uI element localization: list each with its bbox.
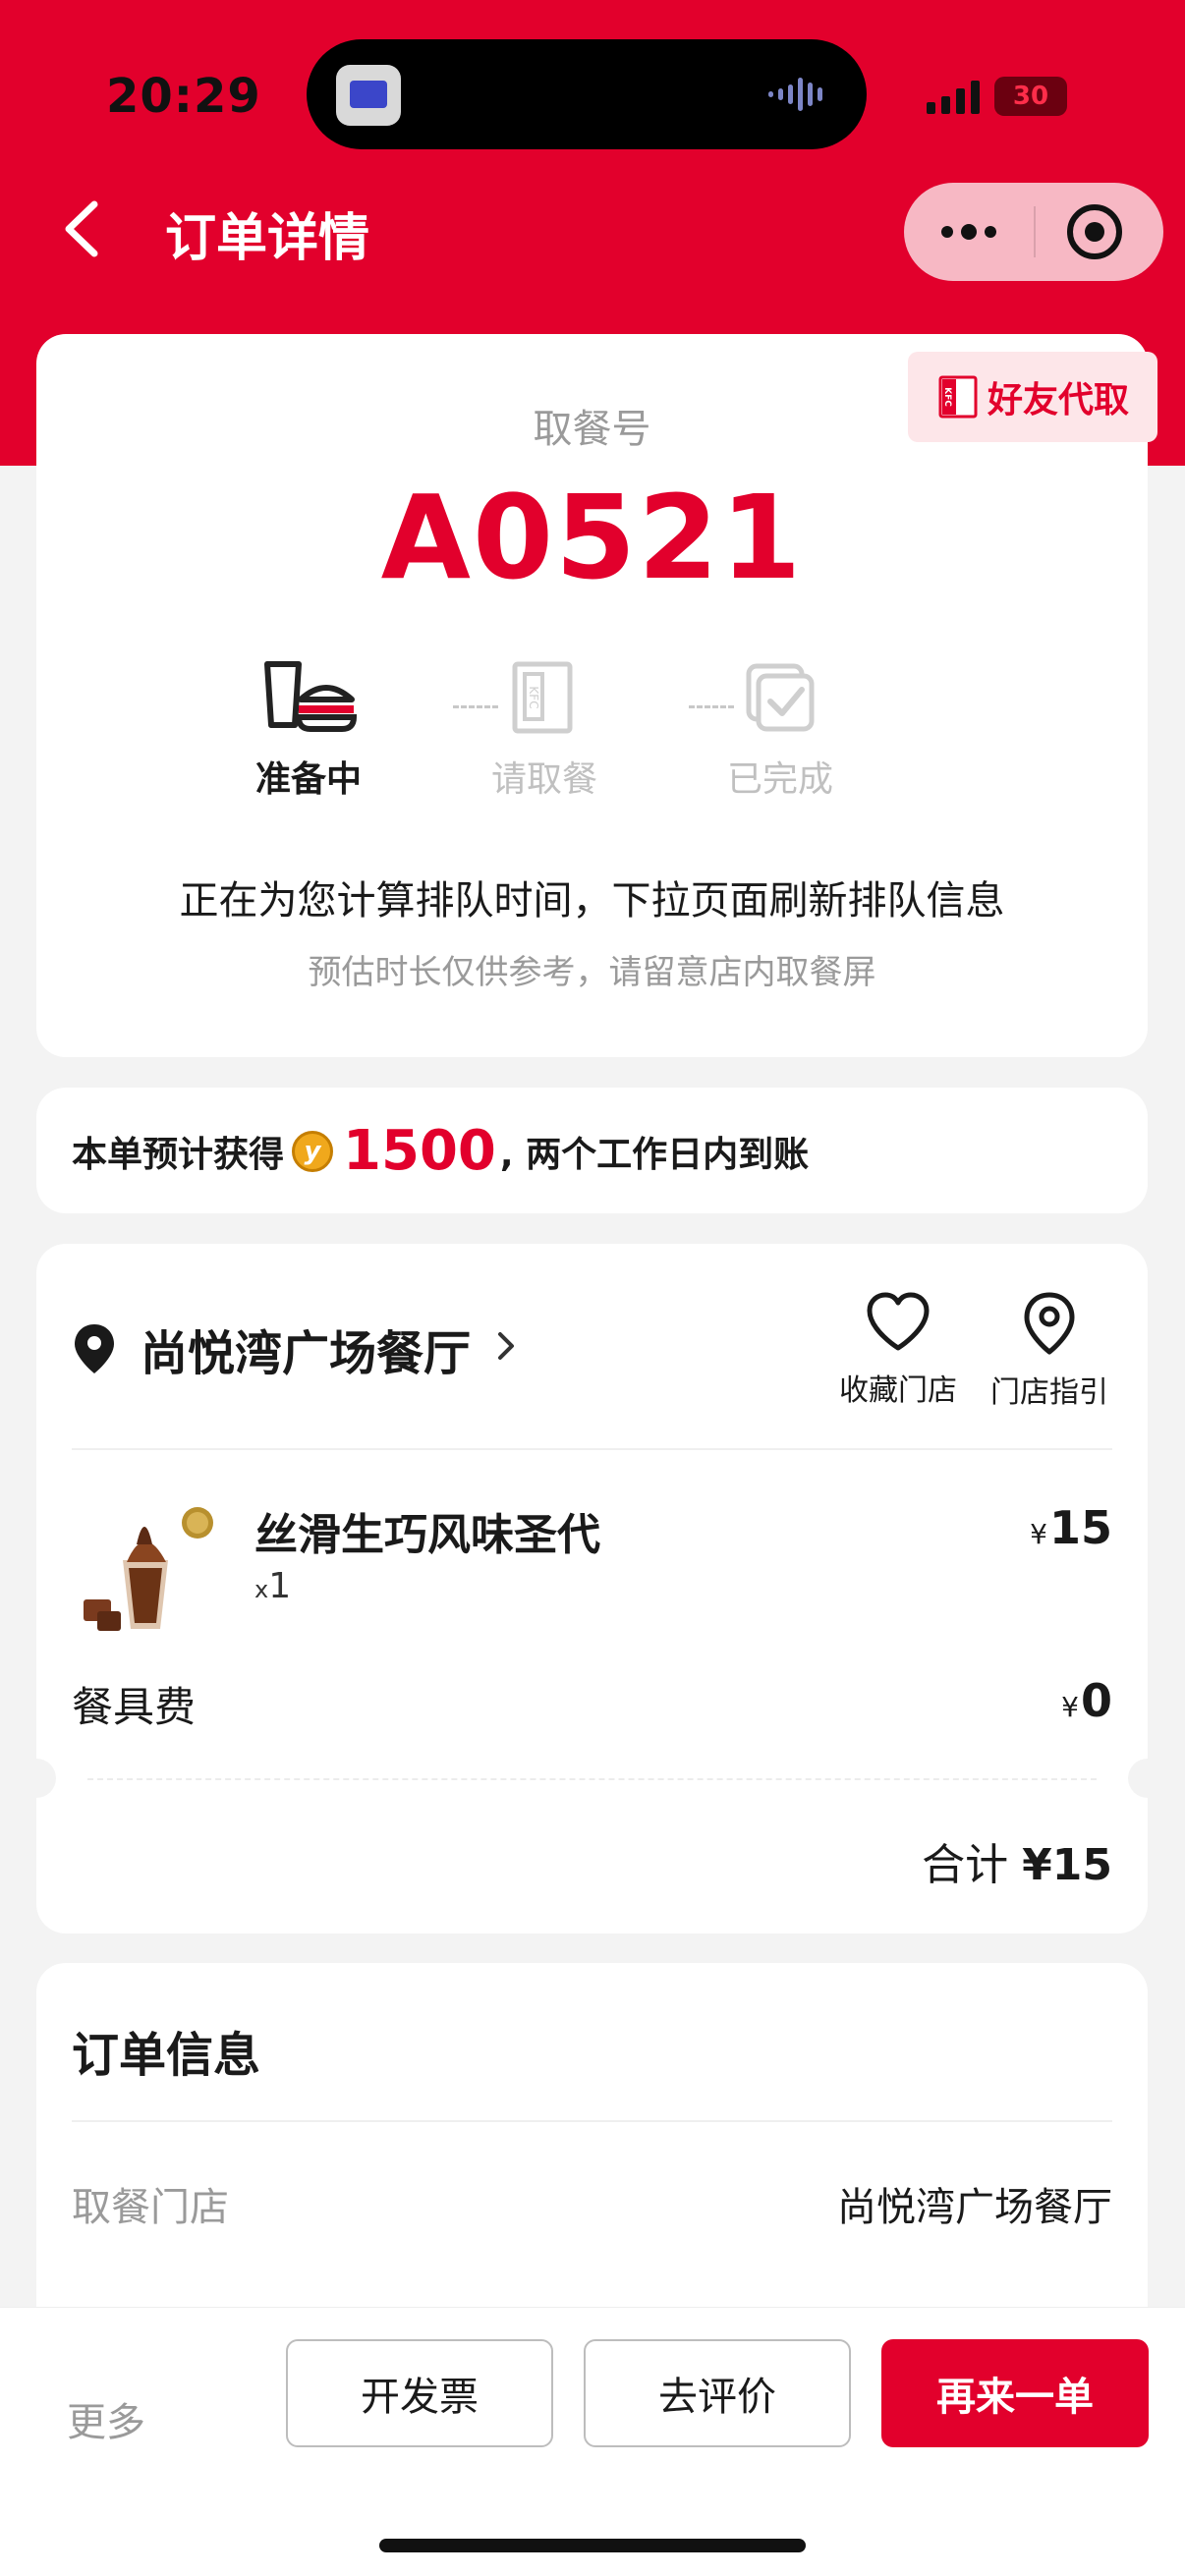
product-name: 丝滑生巧风味圣代 [254, 1510, 600, 1560]
page-title: 订单详情 [165, 209, 370, 268]
utensil-fee-price: ¥0 [1061, 1674, 1112, 1727]
pickup-store-value: 尚悦湾广场餐厅 [837, 2185, 1112, 2230]
back-arrow-icon[interactable] [59, 196, 108, 261]
pickup-card: 取餐号 A0521 准备中 KFC 请取餐 已完成 正在为您计算排队时间，下拉页… [36, 334, 1148, 1057]
friend-pickup-button[interactable]: KFC 好友代取 [908, 352, 1157, 442]
heart-icon [867, 1292, 930, 1351]
queue-status-text: 正在为您计算排队时间，下拉页面刷新排队信息 [179, 878, 1005, 924]
ticket-notch-right [1128, 1759, 1167, 1798]
chevron-right-icon[interactable] [494, 1328, 518, 1364]
step-label-preparing: 准备中 [254, 759, 362, 800]
ticket-notch-left [17, 1759, 56, 1798]
step-label-ready: 请取餐 [490, 759, 597, 800]
pickup-number: A0521 [380, 470, 804, 605]
store-guide-button[interactable]: 门店指引 [986, 1291, 1113, 1411]
store-guide-label: 门店指引 [990, 1375, 1108, 1410]
audio-wave-icon [768, 75, 837, 114]
completed-check-icon [746, 663, 815, 732]
kfc-bag-icon: KFC [938, 375, 978, 419]
divider [72, 1448, 1112, 1450]
step-completed: 已完成 [697, 658, 864, 802]
order-total: 合计 ¥15 [922, 1840, 1112, 1890]
store-name-link[interactable]: 尚悦湾广场餐厅 [141, 1315, 471, 1383]
friend-pickup-label: 好友代取 [987, 380, 1129, 420]
svg-text:KFC: KFC [942, 387, 952, 407]
more-link[interactable]: 更多 [67, 2390, 145, 2447]
queue-hint-text: 预估时长仅供参考，请留意店内取餐屏 [308, 953, 876, 992]
product-quantity: x1 [254, 1566, 292, 1606]
status-time: 20:29 [106, 69, 261, 124]
step-label-completed: 已完成 [726, 759, 833, 800]
mini-program-capsule [904, 183, 1163, 281]
favorite-store-label: 收藏门店 [839, 1373, 957, 1408]
kfc-bag-icon: KFC [512, 661, 573, 734]
points-row: 本单预计获得 y 1500 , 两个工作日内到账 [72, 1119, 809, 1183]
points-suffix: , 两个工作日内到账 [499, 1134, 810, 1175]
invoice-button[interactable]: 开发票 [286, 2339, 553, 2447]
location-pin-icon [75, 1324, 114, 1373]
points-value: 1500 [343, 1119, 496, 1183]
dashed-divider [87, 1778, 1097, 1780]
dynamic-island [307, 39, 867, 149]
battery-icon: 30 [994, 77, 1067, 116]
order-card: 尚悦湾广场餐厅 收藏门店 门店指引 丝滑生巧风味圣代 x1 ¥15 餐具费 ¥0… [17, 1244, 1167, 1933]
svg-text:KFC: KFC [527, 686, 540, 708]
points-coin-icon: y [292, 1130, 334, 1172]
sundae-product-image [84, 1507, 213, 1631]
bottom-action-bar: 更多 开发票 去评价 再来一单 [0, 2307, 1185, 2576]
cellular-signal-icon [927, 81, 980, 114]
order-info-title: 订单信息 [72, 2028, 261, 2083]
location-pin-icon [1024, 1292, 1075, 1355]
reorder-button[interactable]: 再来一单 [881, 2339, 1149, 2447]
points-prefix: 本单预计获得 [72, 1134, 285, 1175]
close-target-icon[interactable] [1036, 183, 1163, 281]
app-icon [336, 65, 401, 126]
review-button[interactable]: 去评价 [584, 2339, 851, 2447]
product-price: ¥15 [1030, 1501, 1112, 1554]
home-indicator [379, 2539, 806, 2552]
burger-drink-icon [264, 661, 358, 732]
favorite-store-button[interactable]: 收藏门店 [834, 1291, 962, 1409]
more-menu-button[interactable] [904, 183, 1034, 281]
step-ready: KFC 请取餐 [461, 658, 628, 802]
points-card: 本单预计获得 y 1500 , 两个工作日内到账 [36, 1088, 1148, 1213]
pickup-store-label: 取餐门店 [72, 2185, 229, 2230]
utensil-fee-label: 餐具费 [72, 1683, 197, 1731]
divider [72, 2120, 1112, 2122]
step-preparing: 准备中 [225, 658, 392, 802]
